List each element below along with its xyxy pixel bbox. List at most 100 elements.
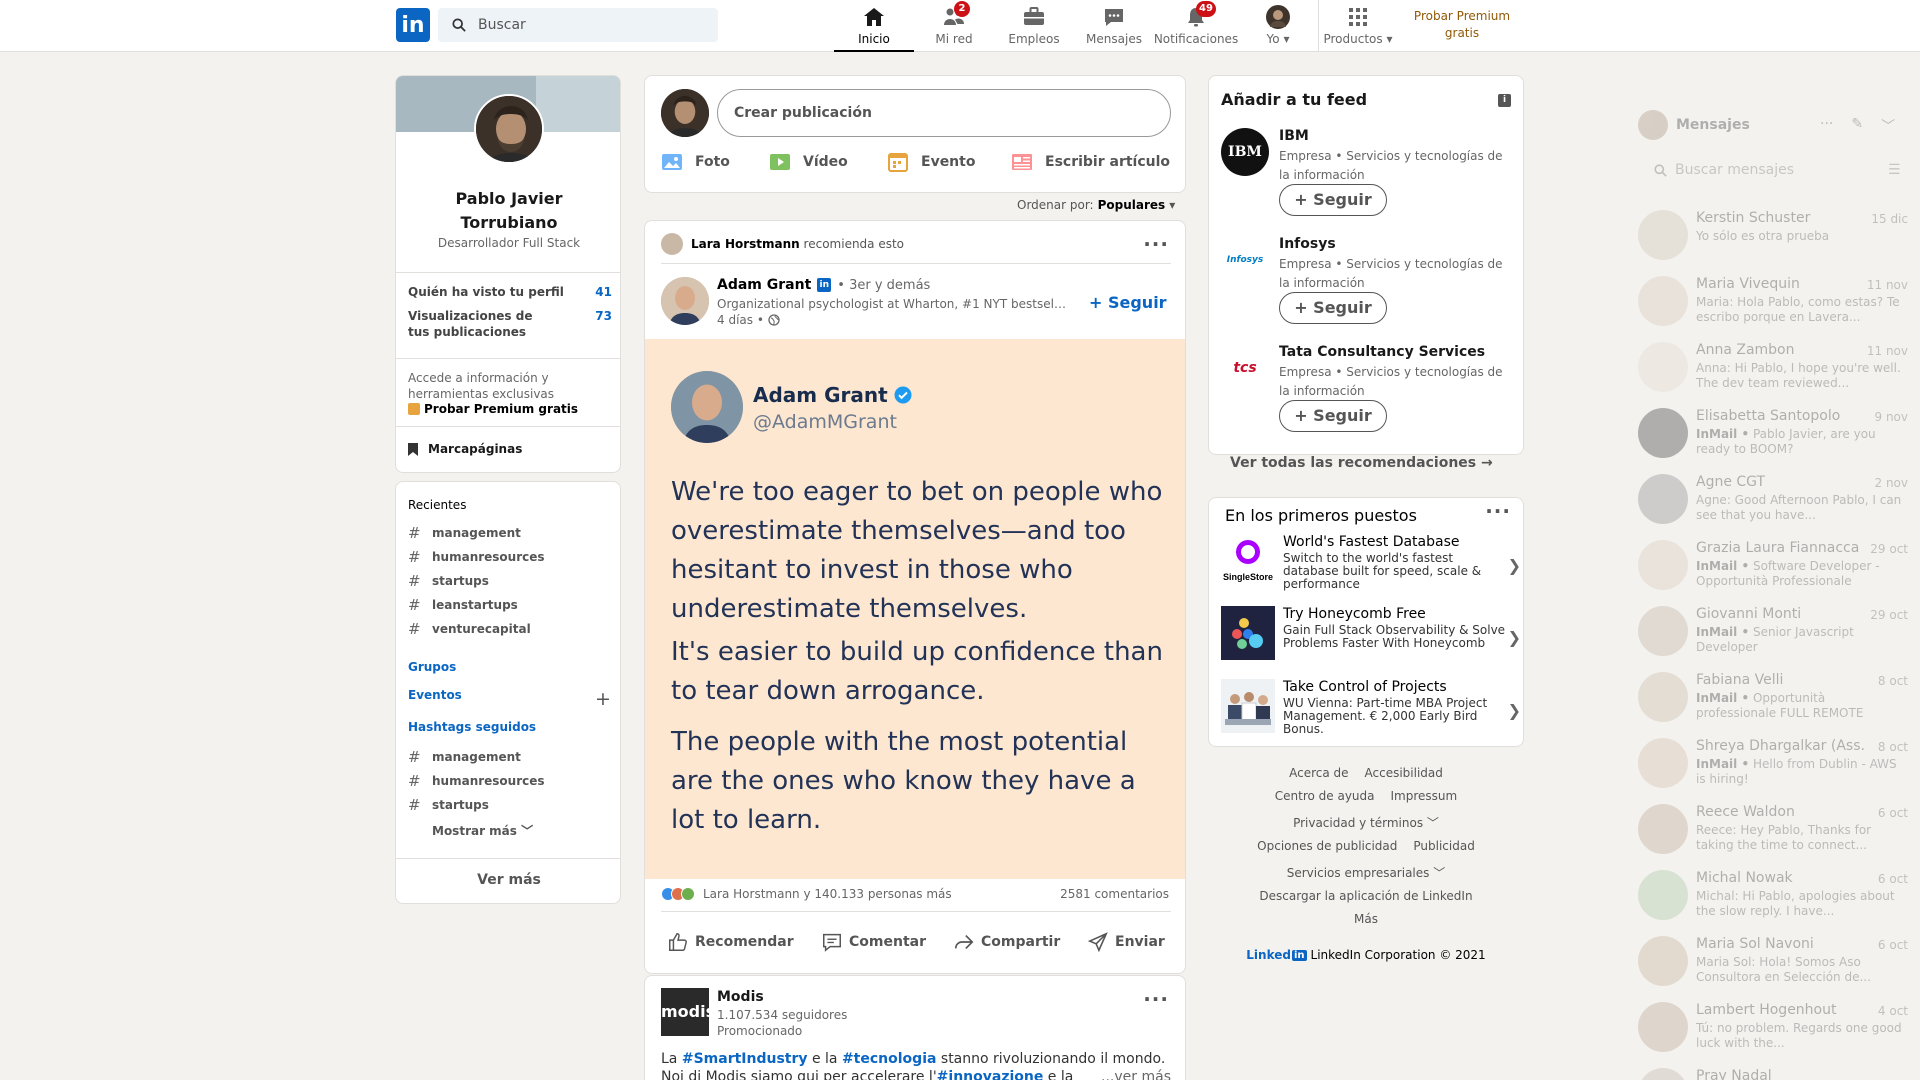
try-premium-link[interactable]: Probar Premium gratis — [1404, 8, 1520, 42]
profile-name[interactable]: Pablo Javier Torrubiano — [406, 187, 612, 235]
footer-link[interactable]: Más — [1354, 912, 1378, 926]
conversation-item[interactable]: Pray Nadal — [1638, 1068, 1908, 1080]
nav-notifications[interactable]: 49 Notificaciones — [1154, 0, 1238, 52]
footer-dropdown[interactable]: Privacidad y términos ﹀ — [1293, 814, 1439, 831]
company-name[interactable]: Infosys — [1279, 236, 1336, 252]
premium-cta-link[interactable]: Probar Premium gratis — [408, 402, 578, 416]
see-all-recommendations-link[interactable]: Ver todas las recomendaciones → — [1230, 455, 1493, 471]
ad-item[interactable]: Take Control of Projects WU Vienna: Part… — [1221, 679, 1521, 741]
company-name[interactable]: Tata Consultancy Services — [1279, 344, 1485, 360]
conversation-item[interactable]: Lambert Hogenhout 4 oct Tú: no problem. R… — [1638, 1002, 1908, 1068]
conversation-item[interactable]: Agne CGT 2 nov Agne: Good Afternoon Pablo… — [1638, 474, 1908, 540]
author-name[interactable]: Adam Grant — [717, 277, 811, 293]
ad-item[interactable]: Try Honeycomb Free Gain Full Stack Obser… — [1221, 606, 1521, 668]
footer-link[interactable]: Centro de ayuda — [1275, 789, 1375, 803]
conversation-item[interactable]: Maria Sol Navoni 6 oct Maria Sol: Hola! S… — [1638, 936, 1908, 1002]
linkedin-logo[interactable]: in — [396, 8, 430, 42]
comment-button[interactable]: Comentar — [821, 931, 926, 953]
company-logo[interactable]: modis — [661, 988, 715, 1036]
hashtag-link[interactable]: #innovazione — [937, 1069, 1044, 1080]
follow-button[interactable]: + Seguir — [1279, 400, 1387, 432]
author-avatar[interactable] — [661, 277, 709, 325]
conversation-item[interactable]: Reece Waldon 6 oct Reece: Hey Pablo, Than… — [1638, 804, 1908, 870]
photo-button[interactable]: Foto — [661, 152, 730, 172]
company-name[interactable]: Modis — [717, 989, 764, 1005]
recommender-name[interactable]: Lara Horstmann — [691, 237, 800, 251]
company-logo[interactable]: tcs — [1221, 344, 1269, 392]
post-views-stat[interactable]: Visualizaciones de tus publicaciones 73 — [408, 308, 612, 340]
more-options-icon[interactable]: ··· — [1820, 116, 1833, 136]
follow-button[interactable]: + Seguir — [1279, 184, 1387, 216]
reactions-summary[interactable]: Lara Horstmann y 140.133 personas más — [661, 887, 952, 901]
ad-item[interactable]: SingleStore World's Fastest Database Swi… — [1221, 534, 1521, 596]
company-logo[interactable]: Infosys — [1221, 236, 1269, 284]
company-name[interactable]: IBM — [1279, 128, 1309, 144]
conversation-item[interactable]: Anna Zambon 11 nov Anna: Hi Pablo, I hope… — [1638, 342, 1908, 408]
footer-link[interactable]: Publicidad — [1413, 839, 1474, 853]
follow-button[interactable]: + Seguir — [1089, 293, 1167, 312]
see-more-button[interactable]: Ver más — [396, 872, 620, 888]
send-button[interactable]: Enviar — [1087, 931, 1165, 953]
conversation-item[interactable]: Kerstin Schuster 15 dic Yo sólo es otra p… — [1638, 210, 1908, 276]
nav-me[interactable]: Yo ▾ — [1238, 0, 1318, 52]
show-more-button[interactable]: Mostrar más ﹀ — [432, 822, 533, 839]
chevron-down-icon[interactable]: ﹀ — [1881, 116, 1895, 136]
conversation-item[interactable]: Michal Nowak 6 oct Michal: Hi Pablo, apol… — [1638, 870, 1908, 936]
conversation-item[interactable]: Maria Vivequin 11 nov Maria: Hola Pablo, … — [1638, 276, 1908, 342]
conversation-item[interactable]: Grazia Laura Fiannacca 29 oct InMail • Sof… — [1638, 540, 1908, 606]
nav-my-network[interactable]: 2 Mi red — [914, 0, 994, 52]
profile-avatar[interactable] — [474, 94, 544, 164]
video-button[interactable]: Vídeo — [769, 152, 848, 172]
see-more-link[interactable]: ...ver más — [1101, 1068, 1171, 1080]
comments-count[interactable]: 2581 comentarios — [1060, 887, 1169, 901]
nav-messaging[interactable]: Mensajes — [1074, 0, 1154, 52]
more-options-icon[interactable]: ··· — [1485, 501, 1511, 521]
footer-dropdown[interactable]: Servicios empresariales ﹀ — [1287, 864, 1446, 881]
follow-button[interactable]: + Seguir — [1279, 292, 1387, 324]
recent-item[interactable]: # venturecapital — [408, 620, 531, 638]
followed-hashtags-link[interactable]: Hashtags seguidos — [408, 720, 536, 734]
messaging-header[interactable]: Mensajes — [1638, 110, 1750, 140]
event-button[interactable]: Evento — [887, 152, 975, 172]
recommender-avatar[interactable] — [661, 233, 683, 255]
hashtag-link[interactable]: #SmartIndustry — [682, 1051, 808, 1067]
conversation-item[interactable]: Giovanni Monti 29 oct InMail • Senior Java… — [1638, 606, 1908, 672]
add-event-icon[interactable]: + — [595, 688, 611, 710]
sort-selector[interactable]: Ordenar por: Populares ▾ — [1017, 198, 1175, 212]
recent-item[interactable]: # management — [408, 524, 521, 542]
messaging-search[interactable]: Buscar mensajes — [1654, 162, 1794, 178]
recent-item[interactable]: # humanresources — [408, 548, 545, 566]
conversation-item[interactable]: Elisabetta Santopolo 9 nov InMail • Pablo … — [1638, 408, 1908, 474]
share-button[interactable]: Compartir — [953, 931, 1060, 953]
filter-icon[interactable]: ☰ — [1888, 162, 1901, 178]
more-options-icon[interactable]: ··· — [1143, 989, 1169, 1009]
conversation-item[interactable]: Fabiana Velli 8 oct InMail • Opportunità p… — [1638, 672, 1908, 738]
footer-link[interactable]: Descargar la aplicación de LinkedIn — [1259, 889, 1472, 903]
bookmarks-link[interactable]: Marcapáginas — [408, 442, 522, 456]
nav-jobs[interactable]: Empleos — [994, 0, 1074, 52]
recent-item[interactable]: # startups — [408, 572, 489, 590]
write-article-button[interactable]: Escribir artículo — [1011, 152, 1170, 172]
hashtag-link[interactable]: #tecnologia — [842, 1051, 937, 1067]
profile-views-stat[interactable]: Quién ha visto tu perfil 41 — [408, 284, 612, 300]
company-logo[interactable]: IBM — [1221, 128, 1269, 176]
more-options-icon[interactable]: ··· — [1143, 234, 1169, 254]
hashtag-item[interactable]: # humanresources — [408, 772, 545, 790]
groups-link[interactable]: Grupos — [408, 660, 456, 674]
events-link[interactable]: Eventos — [408, 688, 462, 702]
compose-icon[interactable]: ✎ — [1851, 116, 1863, 136]
search-input[interactable] — [478, 8, 708, 42]
nav-home[interactable]: Inicio — [834, 0, 914, 52]
hashtag-item[interactable]: # startups — [408, 796, 489, 814]
info-icon[interactable]: i — [1498, 94, 1511, 107]
hashtag-item[interactable]: # management — [408, 748, 521, 766]
conversation-item[interactable]: Shreya Dhargalkar (Ass... 8 oct InMail • H… — [1638, 738, 1908, 804]
create-post-input[interactable]: Crear publicación — [717, 89, 1171, 137]
footer-link[interactable]: Accesibilidad — [1365, 766, 1443, 780]
post-image[interactable]: Adam Grant @AdamMGrant We're too eager t… — [645, 339, 1185, 879]
like-button[interactable]: Recomendar — [667, 931, 794, 953]
footer-link[interactable]: Opciones de publicidad — [1257, 839, 1397, 853]
nav-products[interactable]: Productos ▾ — [1318, 0, 1398, 52]
recent-item[interactable]: # leanstartups — [408, 596, 518, 614]
footer-link[interactable]: Impressum — [1391, 789, 1458, 803]
